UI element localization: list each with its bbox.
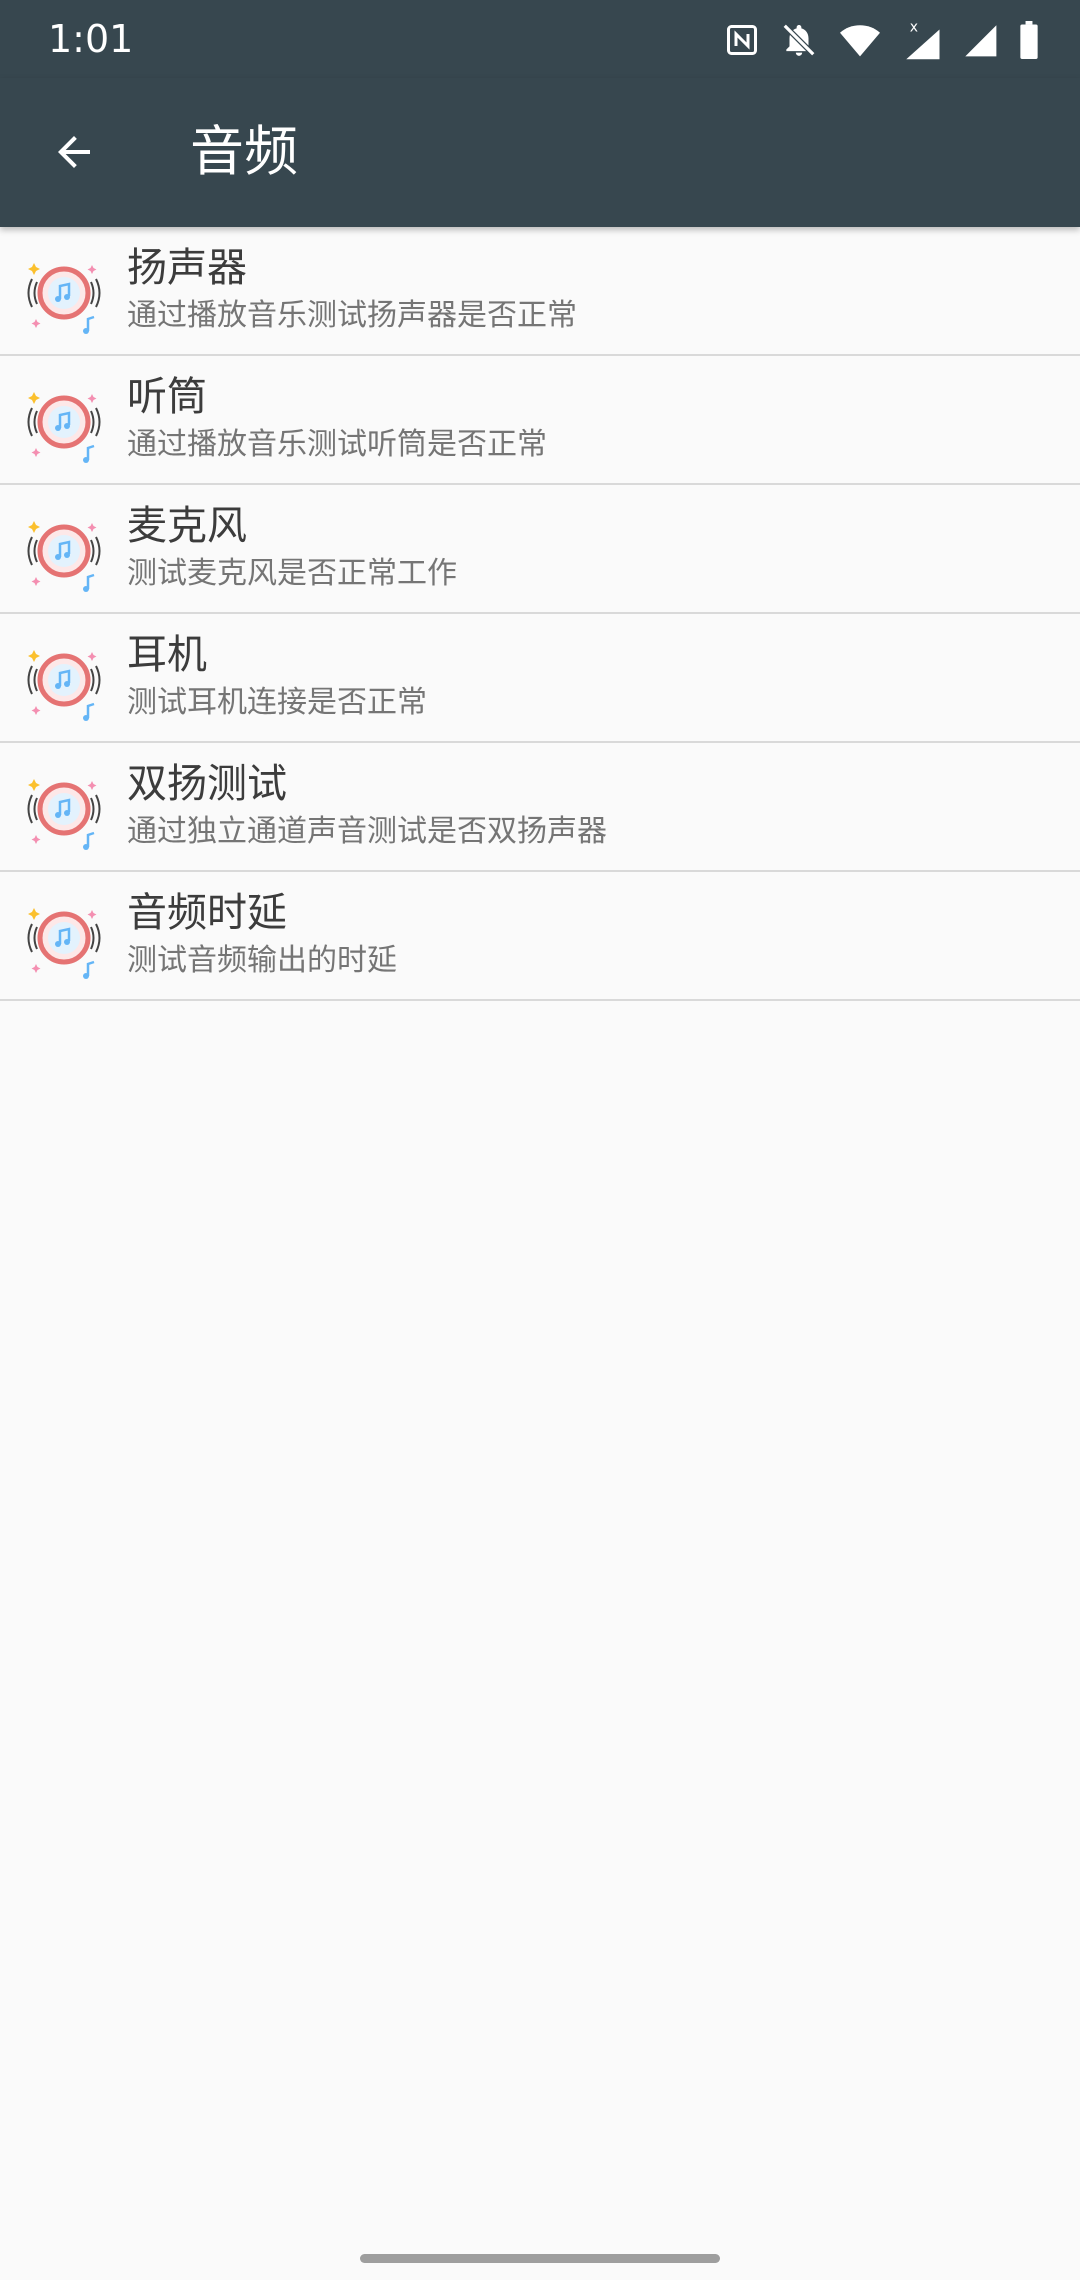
item-title: 听筒 [127,374,207,420]
bell-off-icon [782,23,816,57]
item-subtitle: 通过播放音乐测试听筒是否正常 [127,427,547,462]
item-subtitle: 测试麦克风是否正常工作 [127,556,457,591]
item-subtitle: 测试音频输出的时延 [127,943,397,978]
item-subtitle: 通过独立通道声音测试是否双扬声器 [127,814,607,849]
list-item-speaker[interactable]: 扬声器 通过播放音乐测试扬声器是否正常 [0,227,1080,356]
music-speaker-icon [27,779,101,850]
wifi-icon [840,25,880,57]
signal-icon [965,25,997,57]
list-item-audio-latency[interactable]: 音频时延 测试音频输出的时延 [0,872,1080,1001]
app-bar: 音频 [0,78,1080,227]
music-speaker-icon [27,392,101,463]
signal-icon: x [906,19,940,60]
list-item-receiver[interactable]: 听筒 通过播放音乐测试听筒是否正常 [0,356,1080,485]
list-item-headphone[interactable]: 耳机 测试耳机连接是否正常 [0,614,1080,743]
item-title: 扬声器 [127,245,247,291]
battery-icon [1020,21,1038,59]
arrow-back-icon [58,136,90,168]
svg-text:x: x [910,19,918,35]
item-subtitle: 通过播放音乐测试扬声器是否正常 [127,298,577,333]
list-item-microphone[interactable]: 麦克风 测试麦克风是否正常工作 [0,485,1080,614]
item-subtitle: 测试耳机连接是否正常 [127,685,427,720]
item-title: 双扬测试 [127,761,287,807]
nfc-icon [727,25,757,55]
list-item-dual-speaker[interactable]: 双扬测试 通过独立通道声音测试是否双扬声器 [0,743,1080,872]
item-title: 麦克风 [127,503,247,549]
music-speaker-icon [27,650,101,721]
audio-test-list: 扬声器 通过播放音乐测试扬声器是否正常 听筒 通过播放音乐测试听筒是否正常 麦克… [0,227,1080,1001]
status-icons: x [724,18,1040,62]
gesture-nav-handle[interactable] [360,2254,720,2263]
music-speaker-icon [27,908,101,979]
back-button[interactable] [36,114,112,190]
item-title: 耳机 [127,632,207,678]
music-speaker-icon [27,521,101,592]
status-bar: 1:01 x [0,0,1080,78]
status-time: 1:01 [48,17,134,61]
music-speaker-icon [27,263,101,334]
page-title: 音频 [190,120,298,183]
item-title: 音频时延 [127,890,287,936]
